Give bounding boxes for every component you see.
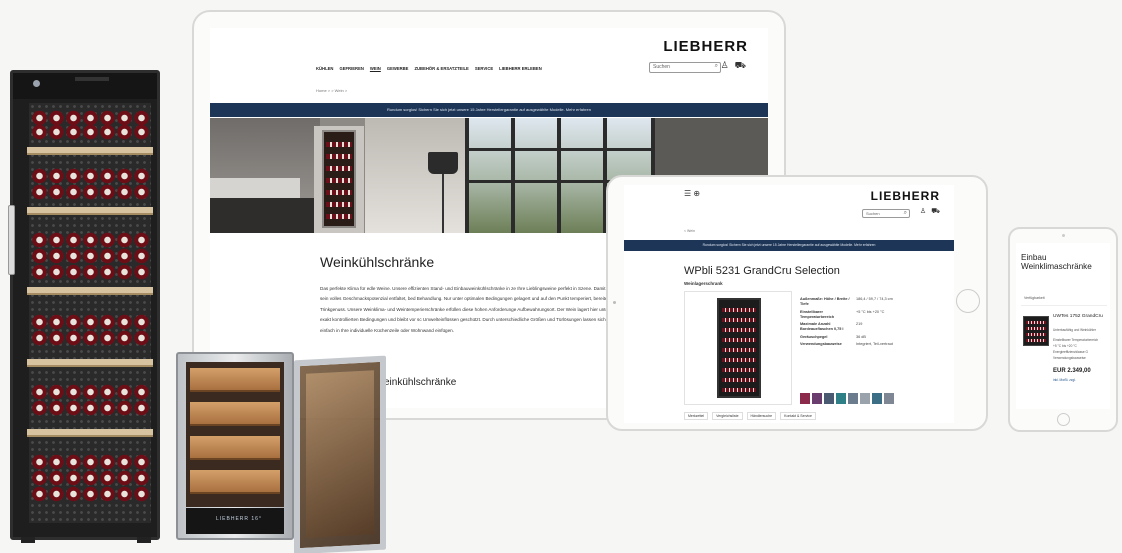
spec-row: Außenmaße: Höhe / Breite / Tiefe 186,4 / …: [800, 297, 893, 306]
breadcrumb[interactable]: Home > > Wein >: [316, 88, 347, 93]
liebherr-logo[interactable]: LIEBHERR: [871, 189, 940, 203]
search-placeholder: Suchen: [866, 211, 880, 216]
user-icon[interactable]: ♙: [721, 60, 729, 72]
tablet-screen: ☰ ⊕ LIEBHERR Suchen ⌕ ♙ ⛟ < Wein Rundum …: [624, 185, 954, 423]
door-handle: [8, 205, 15, 275]
menu-icon[interactable]: ☰ ⊕: [684, 189, 700, 198]
product-feature: +5 °C bis +20 °C: [1053, 344, 1077, 348]
intro-paragraph: Das perfekte Klima für edle Weine. Unser…: [320, 286, 619, 333]
swatch[interactable]: [824, 393, 834, 404]
swatch[interactable]: [872, 393, 882, 404]
product-image[interactable]: [684, 291, 792, 405]
product-subtitle: Weinlagerschrank: [684, 281, 723, 286]
guarantee-banner[interactable]: Rundum sorglos! Sichern Sie sich jetzt u…: [210, 103, 768, 117]
action-tabs: Merkzettel Vergleichsliste Händlersuche …: [684, 412, 816, 420]
tab-haendlersuche[interactable]: Händlersuche: [746, 412, 777, 420]
search-input[interactable]: Suchen ⌕: [862, 209, 910, 218]
product-name[interactable]: UWTes 1752 GrandCru: [1053, 314, 1107, 320]
swatch[interactable]: [836, 393, 846, 404]
spec-row: Maximale Anzahl Bordeauxflaschen 0,75 l2…: [800, 322, 863, 332]
phone-camera: [1062, 234, 1065, 237]
tab-merkzettel[interactable]: Merkzettel: [684, 412, 709, 420]
product-image[interactable]: [1023, 316, 1049, 346]
nav-item-service[interactable]: SERVICE: [475, 66, 493, 71]
product-price: EUR 2.349,00: [1053, 368, 1091, 374]
swatch[interactable]: [812, 393, 822, 404]
section-heading: einkühlschränke: [384, 377, 457, 388]
product-card[interactable]: UWTes 1752 GrandCru Unterbaufähig und We…: [1021, 305, 1107, 405]
main-navigation: KÜHLEN GEFRIEREN WEIN GEWERBE ZUBEHÖR & …: [316, 66, 542, 71]
cart-icon[interactable]: ⛟: [735, 60, 746, 72]
filter-label[interactable]: Verfügbarkeit: [1024, 296, 1045, 300]
page-title: Einbau Weinklimaschränke: [1021, 253, 1092, 272]
nav-item-kuehlen[interactable]: KÜHLEN: [316, 66, 333, 71]
tablet-camera: [613, 301, 616, 304]
user-icon[interactable]: ♙: [920, 207, 926, 216]
tablet-home-button: [956, 289, 980, 313]
liebherr-logo[interactable]: LIEBHERR: [663, 38, 748, 55]
product-feature: Verwendungsbauweise: [1053, 356, 1086, 360]
nav-item-zubehoer[interactable]: ZUBEHÖR & ERSATZTEILE: [414, 66, 468, 71]
wine-cabinet-image: [8, 70, 160, 543]
swatch[interactable]: [860, 393, 870, 404]
cart-icon[interactable]: ⛟: [931, 207, 940, 216]
search-input[interactable]: Suchen ⌕: [649, 62, 721, 73]
search-icon[interactable]: ⌕: [715, 63, 718, 70]
nav-item-gewerbe[interactable]: GEWERBE: [387, 66, 409, 71]
humidor-control-panel: LIEBHERR 16°: [186, 508, 284, 534]
page-title: Weinkühlschränke: [320, 254, 435, 270]
humidor-image: LIEBHERR 16°: [176, 352, 294, 540]
nav-item-wein[interactable]: WEIN: [370, 66, 381, 71]
humidor-glass-door: [294, 355, 386, 553]
guarantee-banner[interactable]: Rundum sorglos! Sichern Sie sich jetzt u…: [624, 240, 954, 251]
product-feature: Einstellbarer Temperaturbereich: [1053, 338, 1099, 342]
tab-kontakt-service[interactable]: Kontakt & Service: [780, 412, 816, 420]
phone-screen: Einbau Weinklimaschränke Verfügbarkeit U…: [1016, 243, 1110, 409]
price-info-link[interactable]: inkl. MwSt. zzgl.: [1053, 378, 1076, 382]
nav-item-liebherr-erleben[interactable]: LIEBHERR ERLEBEN: [499, 66, 542, 71]
swatch[interactable]: [800, 393, 810, 404]
search-icon[interactable]: ⌕: [904, 210, 907, 217]
spec-row: Verwendungsbauweise Integriert, Teil-vert…: [800, 342, 893, 347]
humidor-display: LIEBHERR 16°: [216, 516, 262, 522]
phone-home-button: [1057, 413, 1070, 426]
phone-device: Einbau Weinklimaschränke Verfügbarkeit U…: [1008, 227, 1118, 432]
spec-row: Einstellbarer Temperaturbereich +5 °C bis…: [800, 309, 885, 319]
product-feature: Energieeffizienzklasse G: [1053, 350, 1089, 354]
breadcrumb[interactable]: < Wein: [684, 229, 695, 233]
swatch[interactable]: [848, 393, 858, 404]
nav-item-gefrieren[interactable]: GEFRIEREN: [339, 66, 363, 71]
color-swatches: [800, 393, 894, 404]
swatch[interactable]: [884, 393, 894, 404]
header-icons: ♙ ⛟: [721, 60, 746, 72]
spec-table: Außenmaße: Höhe / Breite / Tiefe 186,4 / …: [800, 297, 910, 350]
header-icons: ♙ ⛟: [920, 207, 940, 216]
tab-vergleichsliste[interactable]: Vergleichsliste: [712, 412, 743, 420]
search-placeholder: Suchen: [653, 64, 670, 70]
tablet-device: ☰ ⊕ LIEBHERR Suchen ⌕ ♙ ⛟ < Wein Rundum …: [606, 175, 988, 431]
product-feature: Unterbaufähig und Weinkühler: [1053, 328, 1096, 332]
product-title: WPbli 5231 GrandCru Selection: [684, 265, 840, 277]
spec-row: Geräuschpegel 36 dB: [800, 334, 866, 339]
